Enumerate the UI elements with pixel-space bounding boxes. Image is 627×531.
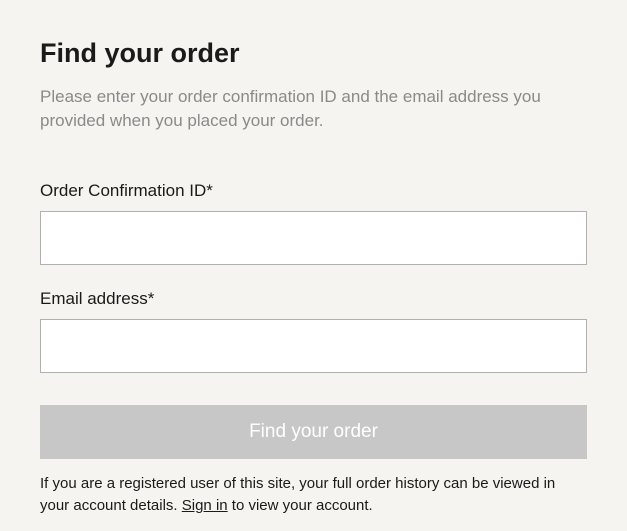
find-order-button[interactable]: Find your order xyxy=(40,405,587,459)
page-description: Please enter your order confirmation ID … xyxy=(40,85,587,133)
email-input[interactable] xyxy=(40,319,587,373)
order-id-input[interactable] xyxy=(40,211,587,265)
signin-link[interactable]: Sign in xyxy=(182,497,228,514)
order-id-group: Order Confirmation ID* xyxy=(40,181,587,265)
email-group: Email address* xyxy=(40,289,587,373)
order-id-label: Order Confirmation ID* xyxy=(40,181,587,201)
page-title: Find your order xyxy=(40,38,587,69)
footer-text: If you are a registered user of this sit… xyxy=(40,473,587,518)
email-label: Email address* xyxy=(40,289,587,309)
footer-suffix: to view your account. xyxy=(228,497,373,514)
